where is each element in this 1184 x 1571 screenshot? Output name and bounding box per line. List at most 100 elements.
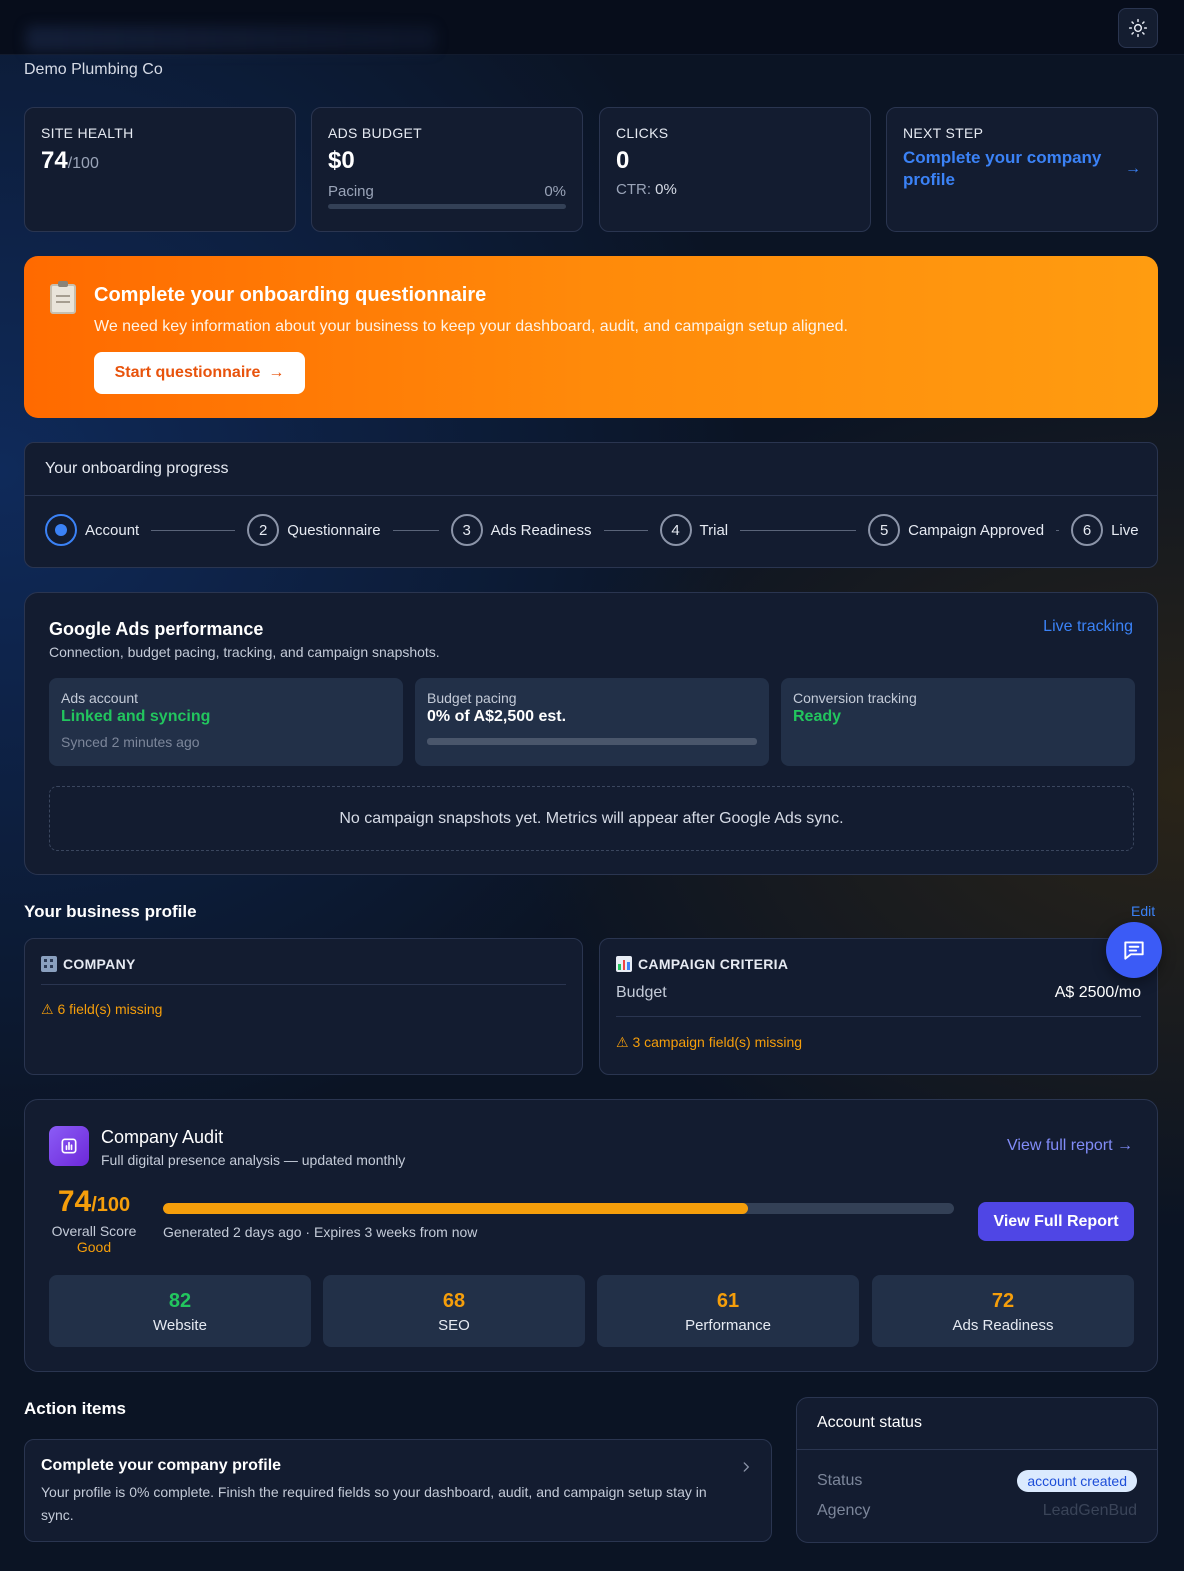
step-campaign-approved[interactable]: 5 Campaign Approved bbox=[868, 514, 1044, 546]
campaign-criteria-card: CAMPAIGN CRITERIA Budget A$ 2500/mo ⚠ 3 … bbox=[599, 938, 1158, 1075]
company-card: COMPANY ⚠ 6 field(s) missing bbox=[24, 938, 583, 1075]
banner-description: We need key information about your busin… bbox=[94, 318, 848, 335]
live-tracking-link[interactable]: Live tracking bbox=[1043, 618, 1133, 636]
audit-category-ads-readiness: 72 Ads Readiness bbox=[872, 1275, 1134, 1347]
account-status-card: Account status Status account created Ag… bbox=[796, 1397, 1158, 1543]
company-audit-card: Company Audit Full digital presence anal… bbox=[24, 1099, 1158, 1372]
audit-overall-score: 74/100 Overall Score Good bbox=[49, 1184, 139, 1255]
step-account-indicator bbox=[45, 514, 77, 546]
budget-pacing-bar bbox=[427, 738, 757, 745]
business-profile-title: Your business profile bbox=[24, 902, 197, 921]
onboarding-banner: Complete your onboarding questionnaire W… bbox=[24, 256, 1158, 418]
step-live[interactable]: 6 Live bbox=[1071, 514, 1139, 546]
audit-score-bar-fill bbox=[163, 1203, 749, 1214]
chat-button[interactable] bbox=[1106, 922, 1162, 978]
conversion-tracking-status: Ready bbox=[793, 708, 842, 725]
onboarding-progress-card: Your onboarding progress Account 2 Quest… bbox=[24, 442, 1158, 568]
action-item-title: Complete your company profile bbox=[41, 1457, 282, 1474]
ads-budget-value: $0 bbox=[328, 147, 355, 174]
sun-icon bbox=[1128, 18, 1148, 38]
google-ads-card: Google Ads performance Connection, budge… bbox=[24, 592, 1158, 875]
top-bar bbox=[0, 0, 1184, 55]
ads-account-status: Linked and syncing bbox=[61, 708, 211, 725]
campaign-missing-warning: ⚠ 3 campaign field(s) missing bbox=[616, 1034, 803, 1050]
ads-account-card: Ads account Linked and syncing Synced 2 … bbox=[49, 678, 403, 766]
ads-account-label: Ads account bbox=[61, 690, 139, 706]
budget-label: Budget bbox=[616, 984, 667, 1001]
company-card-title: COMPANY bbox=[63, 956, 136, 972]
step-number: 3 bbox=[450, 514, 483, 546]
category-label: Ads Readiness bbox=[952, 1317, 1054, 1334]
pacing-percent: 0% bbox=[544, 183, 566, 200]
start-questionnaire-button[interactable]: Start questionnaire → bbox=[94, 352, 305, 394]
clicks-label: CLICKS bbox=[616, 125, 669, 141]
action-item[interactable]: Complete your company profile Your profi… bbox=[24, 1439, 772, 1542]
audit-title: Company Audit bbox=[101, 1127, 224, 1147]
campaign-snapshots-empty: No campaign snapshots yet. Metrics will … bbox=[49, 786, 1134, 851]
budget-pacing-card: Budget pacing 0% of A$2,500 est. bbox=[415, 678, 769, 766]
edit-profile-link[interactable]: Edit bbox=[1131, 903, 1155, 919]
agency-value: LeadGenBud bbox=[1042, 1502, 1137, 1519]
chevron-right-icon bbox=[743, 1462, 750, 1472]
category-score: 82 bbox=[168, 1290, 192, 1312]
audit-category-performance: 61 Performance bbox=[597, 1275, 859, 1347]
next-step-card[interactable]: NEXT STEP Complete your company profile … bbox=[886, 107, 1158, 232]
step-ads-readiness[interactable]: 3 Ads Readiness bbox=[450, 514, 592, 546]
step-questionnaire[interactable]: 2 Questionnaire bbox=[247, 514, 381, 546]
blurred-page-title bbox=[26, 26, 436, 52]
ads-account-synced: Synced 2 minutes ago bbox=[61, 734, 200, 750]
audit-category-seo: 68 SEO bbox=[323, 1275, 585, 1347]
campaign-criteria-title: CAMPAIGN CRITERIA bbox=[638, 956, 789, 972]
audit-rating: Good bbox=[76, 1239, 112, 1255]
category-label: SEO bbox=[438, 1317, 470, 1334]
pacing-label: Pacing bbox=[328, 183, 374, 200]
budget-pacing-value: 0% of A$2,500 est. bbox=[427, 708, 567, 725]
company-missing-warning: ⚠ 6 field(s) missing bbox=[41, 1001, 163, 1017]
audit-category-website: 82 Website bbox=[49, 1275, 311, 1347]
clicks-value: 0 bbox=[616, 147, 630, 174]
step-number: 6 bbox=[1071, 514, 1104, 546]
category-score: 61 bbox=[716, 1290, 740, 1312]
clicks-card: CLICKS 0 CTR: 0% bbox=[599, 107, 871, 232]
company-name: Demo Plumbing Co bbox=[24, 61, 163, 78]
conversion-tracking-label: Conversion tracking bbox=[793, 690, 917, 706]
view-full-report-link[interactable]: View full report → bbox=[1007, 1137, 1133, 1155]
theme-toggle-button[interactable] bbox=[1118, 8, 1158, 48]
account-status-title: Account status bbox=[817, 1414, 922, 1431]
google-ads-subtitle: Connection, budget pacing, tracking, and… bbox=[49, 644, 440, 660]
step-account[interactable]: Account bbox=[45, 514, 139, 546]
status-badge: account created bbox=[1017, 1470, 1137, 1492]
category-score: 72 bbox=[991, 1290, 1015, 1312]
audit-score-value: 74 bbox=[57, 1185, 92, 1218]
audit-chart-icon bbox=[49, 1126, 89, 1166]
arrow-right-icon: → bbox=[1125, 160, 1141, 177]
banner-title: Complete your onboarding questionnaire bbox=[94, 284, 487, 306]
clipboard-icon bbox=[50, 281, 76, 314]
office-building-icon bbox=[41, 956, 57, 972]
conversion-tracking-card: Conversion tracking Ready bbox=[781, 678, 1135, 766]
onboarding-progress-title: Your onboarding progress bbox=[45, 460, 229, 477]
category-score: 68 bbox=[442, 1290, 466, 1312]
step-number: 2 bbox=[247, 514, 280, 546]
ads-budget-card: ADS BUDGET $0 Pacing 0% bbox=[311, 107, 583, 232]
ads-budget-label: ADS BUDGET bbox=[328, 125, 423, 141]
budget-value: A$ 2500/mo bbox=[1054, 984, 1141, 1001]
step-number: 4 bbox=[659, 514, 692, 546]
pacing-bar bbox=[328, 204, 566, 209]
next-step-link[interactable]: Complete your company profile bbox=[903, 147, 1103, 191]
next-step-label: NEXT STEP bbox=[903, 125, 984, 141]
budget-pacing-label: Budget pacing bbox=[427, 690, 517, 706]
agency-label: Agency bbox=[817, 1502, 871, 1519]
audit-generated: Generated 2 days ago · Expires 3 weeks f… bbox=[163, 1224, 478, 1240]
category-label: Website bbox=[153, 1317, 207, 1334]
category-label: Performance bbox=[685, 1317, 771, 1334]
ctr-row: CTR: 0% bbox=[616, 181, 677, 198]
overall-score-label: Overall Score bbox=[51, 1223, 137, 1239]
bar-chart-icon bbox=[616, 956, 632, 972]
onboarding-stepper: Account 2 Questionnaire 3 Ads Readiness … bbox=[45, 513, 1143, 547]
view-full-report-button[interactable]: View Full Report bbox=[978, 1202, 1134, 1241]
step-number: 5 bbox=[868, 514, 901, 546]
site-health-label: SITE HEALTH bbox=[41, 125, 134, 141]
action-items-title: Action items bbox=[24, 1399, 127, 1418]
step-trial[interactable]: 4 Trial bbox=[659, 514, 728, 546]
